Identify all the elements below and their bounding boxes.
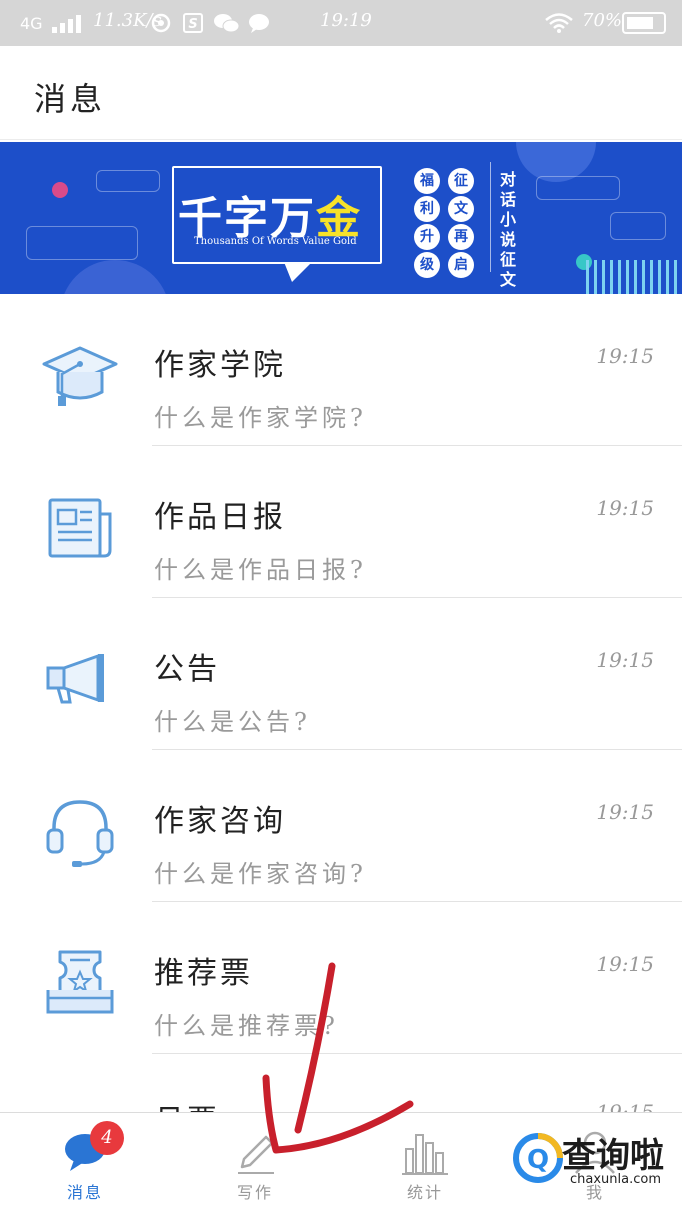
message-preview: 什么是作品日报?: [154, 556, 367, 584]
banner-char: 征: [448, 168, 474, 194]
page-title: 消息: [34, 80, 107, 118]
pen-icon: [238, 1135, 274, 1174]
status-bar: 4G 11.3K/s S 19:19 70%: [0, 0, 682, 46]
ticket-icon: [46, 950, 114, 1014]
promo-banner[interactable]: 千字万金 Thousands Of Words Value Gold 福 利 升…: [0, 142, 682, 294]
message-title: 作家学院: [154, 348, 286, 383]
message-preview: 什么是推荐票?: [154, 1012, 339, 1040]
banner-divider: [490, 162, 491, 272]
banner-char: 文: [448, 196, 474, 222]
banner-char: 利: [414, 196, 440, 222]
tab-statistics[interactable]: 统计: [340, 1113, 510, 1212]
network-type: 4G: [20, 14, 43, 33]
battery-icon: [622, 12, 666, 34]
banner-char: 启: [448, 252, 474, 278]
svg-text:S: S: [188, 17, 197, 32]
clock: 19:19: [320, 10, 372, 31]
tab-label: 统计: [406, 1183, 443, 1202]
bar-chart-icon: [402, 1134, 448, 1175]
message-icon: [249, 14, 269, 33]
signal-icon: [52, 13, 86, 33]
tab-label: 消息: [66, 1183, 103, 1202]
svg-text:Q: Q: [527, 1145, 549, 1175]
banner-vertical-text: 对话小说征文: [500, 170, 517, 289]
banner-char: 再: [448, 224, 474, 250]
wechat-icon: [214, 14, 240, 33]
message-time: 19:15: [596, 648, 654, 672]
banner-subtitle: Thousands Of Words Value Gold: [194, 236, 357, 247]
message-time: 19:15: [596, 344, 654, 368]
banner-char: 福: [414, 168, 440, 194]
message-item-writer-consult[interactable]: 作家咨询 什么是作家咨询? 19:15: [0, 750, 682, 902]
decor-bubble: [26, 226, 138, 260]
newspaper-icon: [48, 498, 112, 558]
message-preview: 什么是作家学院?: [154, 404, 367, 432]
message-title: 推荐票: [154, 956, 253, 991]
tab-label: 写作: [236, 1183, 273, 1202]
headset-icon: [46, 800, 114, 867]
app-notification-icon: [151, 13, 171, 33]
megaphone-icon: [46, 654, 104, 704]
message-title: 作家咨询: [154, 804, 286, 839]
page-header: 消息: [0, 46, 682, 140]
message-item-recommend-ticket[interactable]: 推荐票 什么是推荐票? 19:15: [0, 902, 682, 1054]
banner-char: 级: [414, 252, 440, 278]
message-time: 19:15: [596, 800, 654, 824]
message-item-monthly-ticket[interactable]: 月票 19:15: [0, 1066, 682, 1112]
banner-char: 升: [414, 224, 440, 250]
message-time: 19:15: [596, 1100, 654, 1112]
message-list: 作家学院 什么是作家学院? 19:15 作品日报 什么是作品日报? 19:15 …: [0, 294, 682, 1054]
s-app-icon: S: [183, 13, 203, 33]
decor-circle: [60, 260, 170, 294]
message-time: 19:15: [596, 952, 654, 976]
message-item-writer-academy[interactable]: 作家学院 什么是作家学院? 19:15: [0, 294, 682, 446]
unread-badge: 4: [90, 1121, 124, 1155]
watermark-text: 查询啦: [562, 1136, 664, 1176]
message-item-announcement[interactable]: 公告 什么是公告? 19:15: [0, 598, 682, 750]
message-time: 19:15: [596, 496, 654, 520]
decor-bubble: [610, 212, 666, 240]
tab-writing[interactable]: 写作: [170, 1113, 340, 1212]
decor-dot: [52, 182, 68, 198]
message-title: 作品日报: [154, 500, 286, 535]
message-preview: 什么是作家咨询?: [154, 860, 367, 888]
divider: [152, 1053, 682, 1054]
decor-bubble: [96, 170, 160, 192]
decor-stripes: [582, 260, 682, 294]
message-preview: 什么是公告?: [154, 708, 311, 736]
message-title: 月票: [154, 1096, 220, 1112]
message-item-daily-report[interactable]: 作品日报 什么是作品日报? 19:15: [0, 446, 682, 598]
watermark-url: chaxunla.com: [570, 1172, 661, 1187]
message-title: 公告: [154, 652, 220, 687]
decor-bubble: [536, 176, 620, 200]
tab-messages[interactable]: 4 消息: [0, 1113, 170, 1212]
wifi-icon: [545, 13, 573, 33]
battery-percent: 70%: [582, 10, 623, 31]
graduation-cap-icon: [42, 346, 118, 406]
